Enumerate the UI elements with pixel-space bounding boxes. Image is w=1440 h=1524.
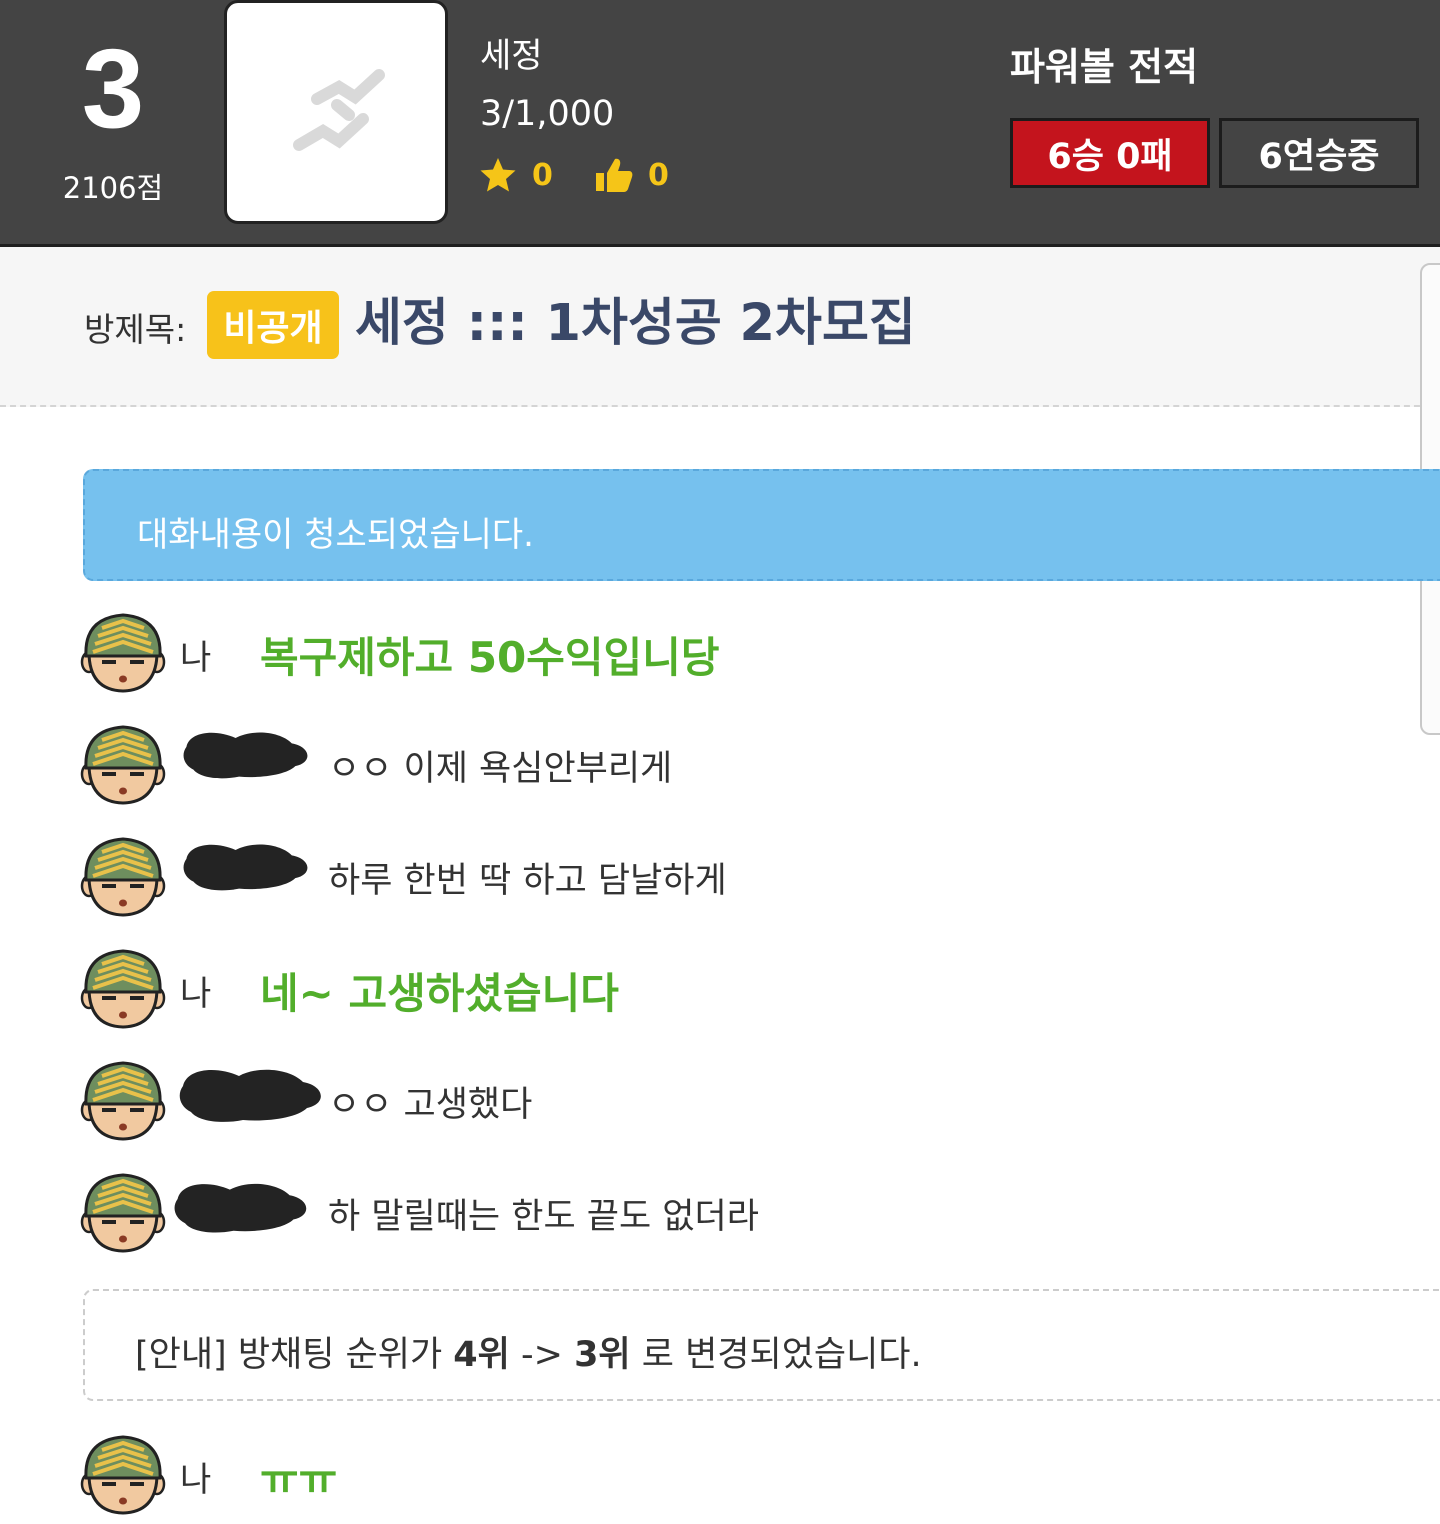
chat-message-text: 하루 한번 딱 하고 담날하게 (328, 861, 727, 901)
private-badge: 비공개 (207, 291, 339, 359)
streak-badge: 6연승중 (1219, 118, 1419, 188)
room-header: 3 2106점 세정 3/1,000 0 0 파워볼 전적 6승 0패 6연승중 (0, 0, 1440, 247)
soldier-avatar-icon[interactable] (80, 1172, 166, 1254)
soldier-avatar-icon[interactable] (80, 724, 166, 806)
chat-message-row: ㅇㅇ 이제 욕심안부리게 (80, 724, 1440, 806)
chat-message-row: 나 ㅠㅠ (80, 1434, 1440, 1516)
chat-message-row: ㅇㅇ 고생했다 (80, 1060, 1440, 1142)
soldier-avatar-icon[interactable] (80, 612, 166, 694)
rank-notice-prefix: [안내] 방채팅 순위가 (135, 1335, 454, 1375)
chat-nickname[interactable]: 나 (180, 630, 211, 679)
chat-cleared-text: 대화내용이 청소되었습니다. (137, 515, 534, 555)
like-stat[interactable]: 0 (594, 155, 669, 195)
chat-message-mine: ㅠㅠ (260, 1455, 338, 1504)
room-avatar[interactable] (224, 0, 448, 224)
soldier-avatar-icon[interactable] (80, 948, 166, 1030)
chat-message-mine: 네~ 고생하셨습니다 (260, 969, 619, 1018)
chat-message-text: ㅇㅇ 이제 욕심안부리게 (328, 749, 673, 789)
chat-message-row: 하 말릴때는 한도 끝도 없더라 (80, 1172, 1440, 1254)
thumbs-up-icon (596, 158, 633, 192)
rank-notice-suffix: 로 변경되었습니다. (630, 1335, 922, 1375)
chat-message-mine: 복구제하고 50수익입니당 (260, 633, 720, 682)
chat-cleared-notice: 대화내용이 청소되었습니다. (83, 469, 1440, 581)
redacted-nickname (172, 836, 322, 908)
member-count: 3/1,000 (480, 94, 615, 134)
win-loss-badge: 6승 0패 (1010, 118, 1210, 188)
room-title-label: 방제목: (84, 310, 187, 349)
redacted-nickname (172, 724, 322, 796)
chat-message-text: ㅇㅇ 고생했다 (328, 1085, 533, 1125)
rank-score: 2106점 (62, 171, 164, 205)
powerball-record-title: 파워볼 전적 (1010, 45, 1199, 89)
star-stat[interactable]: 0 (478, 155, 553, 195)
soldier-avatar-icon[interactable] (80, 1434, 166, 1516)
room-name: 세정 (480, 36, 543, 76)
star-count: 0 (532, 157, 553, 193)
broken-image-icon (293, 69, 385, 151)
chat-nickname[interactable]: 나 (180, 966, 211, 1015)
chat-message-text: 하 말릴때는 한도 끝도 없더라 (328, 1197, 759, 1237)
chat-message-row: 나 복구제하고 50수익입니당 (80, 612, 1440, 694)
chat-nickname[interactable]: 나 (180, 1452, 211, 1501)
star-icon (480, 158, 516, 192)
rank-change-text: [안내] 방채팅 순위가 4위 -> 3위 로 변경되었습니다. (135, 1326, 922, 1377)
like-count: 0 (648, 157, 669, 193)
room-title-bar: 방제목: 비공개 세정 ::: 1차성공 2차모집 (0, 247, 1440, 407)
redacted-nickname (172, 1060, 332, 1142)
rank-number: 3 (81, 26, 145, 151)
soldier-avatar-icon[interactable] (80, 836, 166, 918)
rank-from: 4위 (453, 1335, 510, 1375)
redacted-nickname (172, 1172, 312, 1254)
chat-message-row: 하루 한번 딱 하고 담날하게 (80, 836, 1440, 918)
rank-change-notice: [안내] 방채팅 순위가 4위 -> 3위 로 변경되었습니다. (83, 1289, 1440, 1401)
rank-to: 3위 (574, 1335, 631, 1375)
room-title: 세정 ::: 1차성공 2차모집 (355, 294, 916, 353)
rank-arrow: -> (509, 1335, 575, 1375)
soldier-avatar-icon[interactable] (80, 1060, 166, 1142)
chat-message-row: 나 네~ 고생하셨습니다 (80, 948, 1440, 1030)
